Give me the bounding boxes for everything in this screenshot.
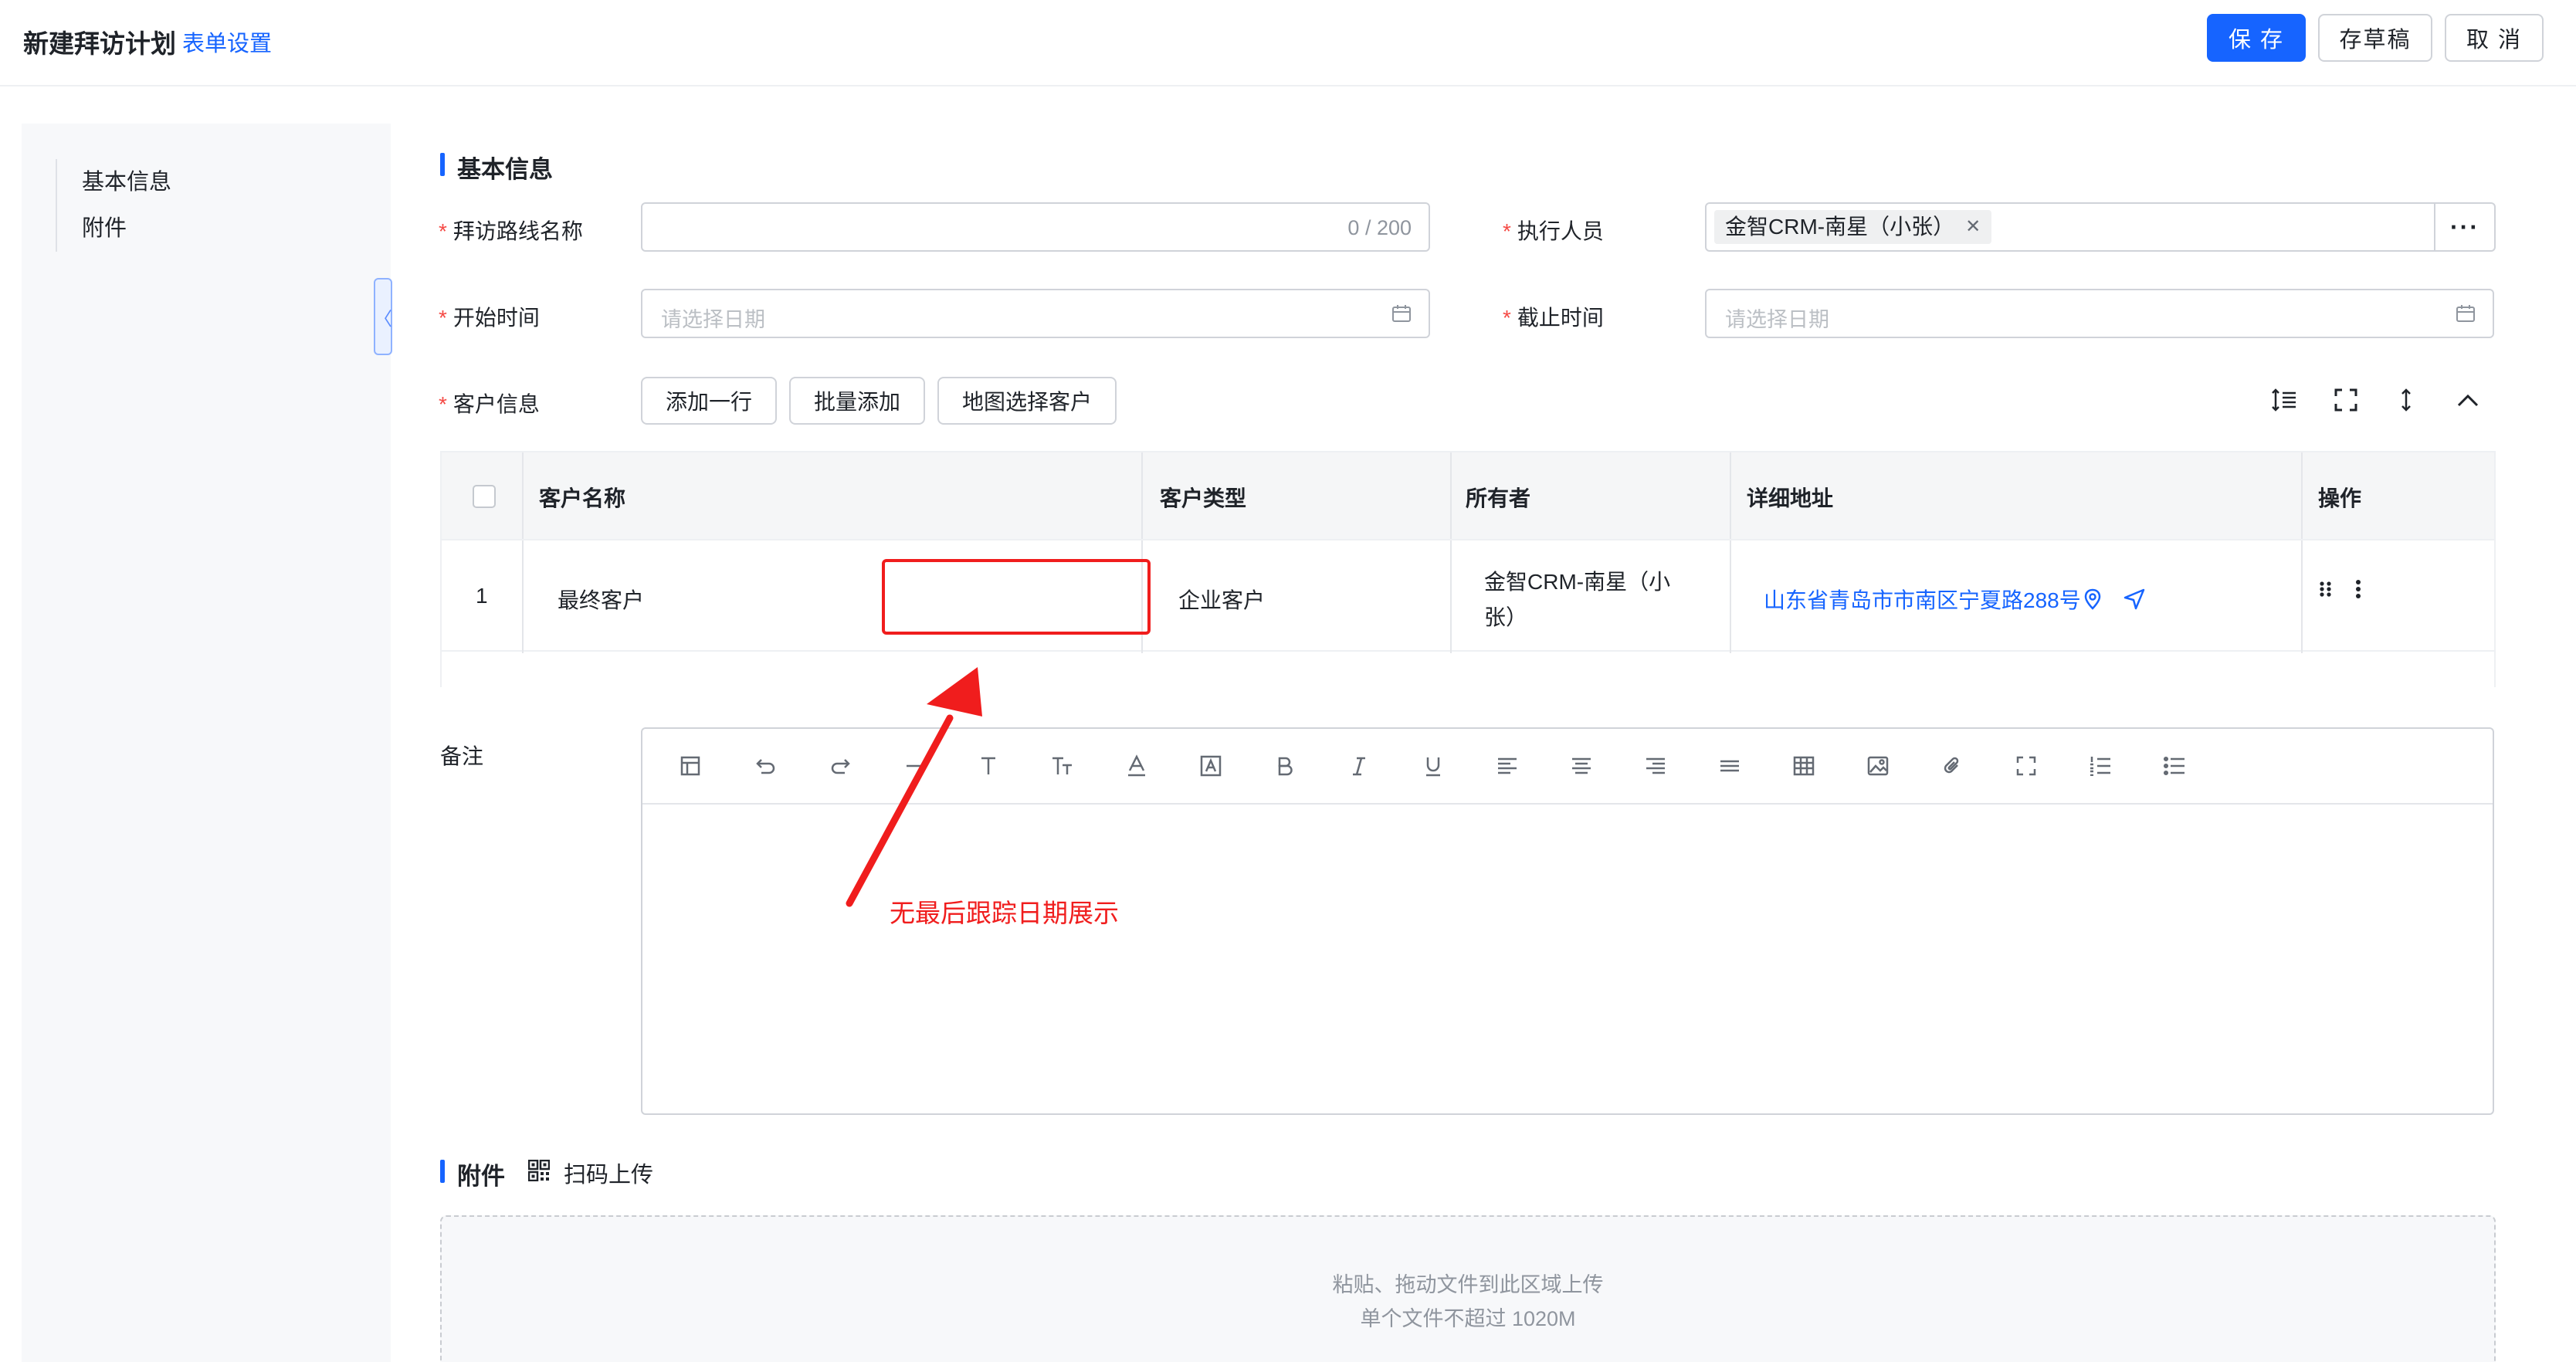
scan-upload-link[interactable]: 扫码上传: [564, 1157, 653, 1189]
annotation-arrow: [846, 667, 982, 907]
annotation-text: 无最后跟踪日期展示: [890, 899, 1119, 927]
section-title-attachments: 附件: [440, 1157, 505, 1191]
qr-code-icon[interactable]: [528, 1160, 550, 1181]
upload-dropzone[interactable]: 粘贴、拖动文件到此区域上传 单个文件不超过 1020M: [440, 1215, 2496, 1362]
upload-hint: 粘贴、拖动文件到此区域上传: [1332, 1273, 1604, 1296]
upload-size-limit: 单个文件不超过 1020M: [1360, 1307, 1576, 1330]
